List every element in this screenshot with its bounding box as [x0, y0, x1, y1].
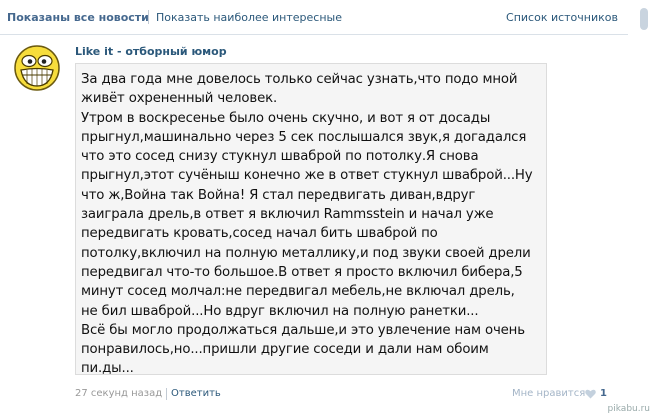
post-text-line: что это сосед снизу стукнул шваброй по п…	[81, 149, 479, 165]
post-source-name[interactable]: Like it - отборный юмор	[75, 45, 227, 58]
post-text-line: прыгнул,машинально через 5 сек послышалс…	[81, 129, 527, 145]
post-text-line: потолку,включил на полную металлику,и по…	[81, 245, 531, 261]
post-text-line: пи.ды...	[81, 361, 134, 377]
post-timestamp[interactable]: 27 секунд назад	[75, 388, 162, 399]
post-text-line: живёт охрененный человек.	[81, 91, 278, 107]
post-text-line: прыгнул,этот сучёныш конечно же в ответ …	[81, 168, 533, 184]
heart-icon[interactable]	[585, 389, 596, 399]
tab-most-interesting[interactable]: Показать наиболее интересные	[156, 11, 342, 24]
tab-all-news[interactable]: Показаны все новости	[7, 11, 149, 24]
troll-smile-face-icon[interactable]	[13, 43, 61, 91]
post-text-line: понравилось,но...пришли другие соседи и …	[81, 342, 489, 358]
reply-button[interactable]: Ответить	[171, 388, 221, 399]
post-text-line: Утром в воскресенье было очень скучно, и…	[81, 110, 491, 126]
like-button-label[interactable]: Мне нравится	[512, 388, 585, 399]
post-text-line: Всё бы могло продолжаться дальше,и это у…	[81, 322, 525, 338]
sources-list-link[interactable]: Список источников	[506, 11, 618, 24]
post-text-line: не бил шваброй...Но вдруг включил на пол…	[81, 303, 479, 319]
post-text-line: заиграла дрель,в ответ я включил Rammsst…	[81, 207, 494, 223]
post-image-text[interactable]: За два года мне довелось только сейчас у…	[75, 63, 547, 376]
watermark: pikabu.ru	[607, 404, 650, 414]
footer-divider	[166, 388, 167, 400]
post-text-line: минут сосед молчал:не передвигал мебель,…	[81, 284, 515, 300]
post-text-block: За два года мне довелось только сейчас у…	[81, 70, 543, 379]
scrollbar-thumb[interactable]	[640, 8, 648, 30]
post-text-line: что ж,Война так Война! Я стал передвигат…	[81, 187, 476, 203]
like-count: 1	[600, 388, 607, 399]
post-text-line: передвигать кровать,сосед начал бить шва…	[81, 226, 438, 242]
tab-divider	[148, 10, 149, 24]
post-text-line: За два года мне довелось только сейчас у…	[81, 72, 518, 87]
news-filter-bar: Показаны все новости Показать наиболее и…	[0, 0, 628, 35]
post-text-line: передвигал что-то большое.В ответ я прос…	[81, 264, 523, 280]
